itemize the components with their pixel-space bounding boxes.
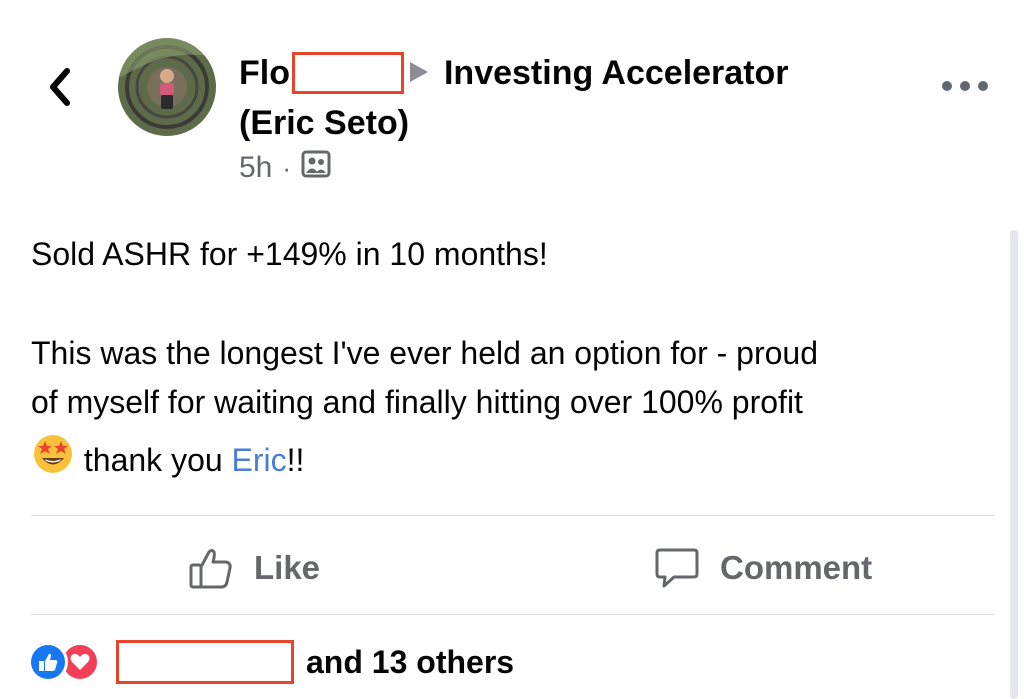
exclaim-text: !! xyxy=(286,441,305,478)
scrollbar[interactable] xyxy=(1010,230,1018,699)
chevron-left-icon xyxy=(50,68,70,106)
like-label: Like xyxy=(254,549,321,586)
thumbs-up-icon xyxy=(188,546,234,590)
post-header: Flo Investing Accelerator (Eric Seto) xyxy=(239,48,879,148)
more-horizontal-icon xyxy=(942,81,952,91)
reactions-summary[interactable]: and 13 others xyxy=(28,640,514,684)
post-text-line: thank you Eric !! xyxy=(31,431,991,489)
thanks-text: thank you xyxy=(75,441,232,478)
comment-button[interactable]: Comment xyxy=(654,538,872,598)
divider xyxy=(31,515,995,516)
timestamp[interactable]: 5h xyxy=(239,151,272,185)
reaction-count-text[interactable]: and 13 others xyxy=(306,644,514,681)
group-name[interactable]: Investing Accelerator xyxy=(444,48,789,98)
comment-bubble-icon xyxy=(654,546,700,590)
group-owner[interactable]: (Eric Seto) xyxy=(239,98,879,148)
star-struck-emoji-icon xyxy=(31,431,75,489)
separator-dot: · xyxy=(282,152,292,183)
post-text-line: This was the longest I've ever held an o… xyxy=(31,335,818,371)
back-button[interactable] xyxy=(40,62,80,112)
post-text-line: Sold ASHR for +149% in 10 months! xyxy=(31,236,548,272)
redacted-names-box xyxy=(116,640,294,684)
author-name[interactable]: Flo xyxy=(239,48,290,98)
profile-photo xyxy=(118,38,216,136)
like-reaction-icon xyxy=(28,642,68,682)
divider xyxy=(31,614,995,615)
like-button[interactable]: Like xyxy=(188,538,320,598)
author-group-line: Flo Investing Accelerator xyxy=(239,48,879,98)
comment-label: Comment xyxy=(720,549,873,586)
avatar[interactable] xyxy=(118,38,216,136)
redacted-name-box xyxy=(291,52,404,94)
more-options-button[interactable] xyxy=(942,70,988,102)
post-text-line: of myself for waiting and finally hittin… xyxy=(31,384,803,420)
post-body: Sold ASHR for +149% in 10 months! This w… xyxy=(31,230,991,489)
triangle-right-icon xyxy=(408,48,430,98)
group-members-icon xyxy=(301,150,331,186)
mention-link[interactable]: Eric xyxy=(232,436,287,485)
post-meta: 5h · xyxy=(239,150,331,186)
